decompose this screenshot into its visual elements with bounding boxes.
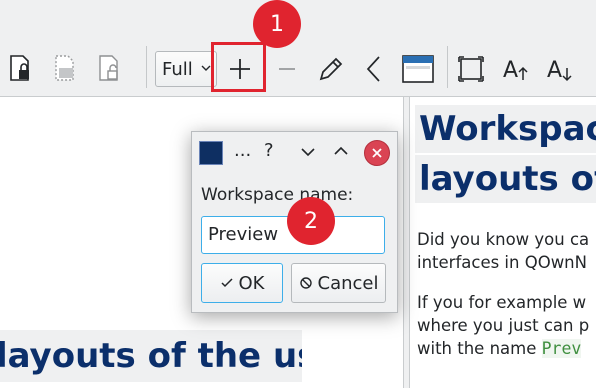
zoom-select[interactable]: Full: [155, 51, 217, 87]
help-button[interactable]: ?: [264, 140, 274, 161]
lock-document-icon[interactable]: [8, 54, 34, 82]
callout-1: 1: [253, 0, 301, 48]
inline-code: Prev: [541, 339, 582, 358]
left-heading: layouts of the user: [0, 330, 302, 382]
window-button[interactable]: [401, 53, 435, 85]
zoom-out-button[interactable]: [276, 55, 298, 83]
ok-button-label: OK: [238, 272, 265, 294]
minus-icon: [279, 68, 295, 70]
maximize-icon[interactable]: [332, 143, 350, 162]
preview-text: Did you know you ca: [417, 230, 590, 249]
preview-text-prefix: with the name: [417, 339, 542, 358]
pattern-document-icon[interactable]: [53, 54, 79, 82]
increase-font-button[interactable]: A: [501, 53, 531, 85]
preview-heading-line2: layouts of t: [415, 155, 596, 203]
fullscreen-icon: [458, 56, 484, 82]
preview-text: where you just can p: [417, 316, 590, 335]
decrease-font-button[interactable]: A: [545, 53, 575, 85]
preview-text: interfaces in QOwnN: [417, 253, 587, 272]
edit-button[interactable]: [316, 54, 346, 84]
ok-button[interactable]: OK: [201, 263, 283, 303]
cancel-button-label: Cancel: [317, 272, 379, 294]
dialog-title: ...: [234, 140, 252, 161]
back-button[interactable]: [362, 54, 386, 84]
fullscreen-button[interactable]: [457, 54, 485, 84]
svg-text:A: A: [503, 58, 518, 83]
toolbar-separator: [146, 46, 147, 88]
preview-text: If you for example w: [417, 293, 587, 312]
highlight-box: [211, 42, 266, 92]
check-icon: [220, 278, 233, 288]
workspace-name-label: Workspace name:: [201, 185, 354, 205]
window-icon: [402, 55, 434, 83]
toolbar-separator: [447, 46, 448, 88]
cancel-button[interactable]: Cancel: [291, 263, 386, 303]
pencil-icon: [319, 57, 343, 81]
dialog-titlebar[interactable]: ... ?: [192, 132, 397, 172]
app-icon: [199, 141, 223, 165]
close-icon[interactable]: [364, 140, 390, 166]
minimize-icon[interactable]: [299, 144, 317, 163]
preview-text: with the name Prev: [417, 337, 582, 360]
preview-pane[interactable]: Workspace layouts of t Did you know you …: [409, 97, 596, 388]
callout-2: 2: [287, 197, 335, 245]
font-increase-icon: A: [503, 58, 528, 83]
cancel-icon: [299, 277, 312, 289]
svg-text:A: A: [547, 58, 562, 83]
zoom-select-value: Full: [162, 58, 193, 80]
font-decrease-icon: A: [547, 58, 572, 83]
unlock-document-icon[interactable]: [97, 54, 123, 82]
preview-heading-line1: Workspace: [415, 105, 596, 153]
chevron-left-icon: [366, 56, 380, 82]
